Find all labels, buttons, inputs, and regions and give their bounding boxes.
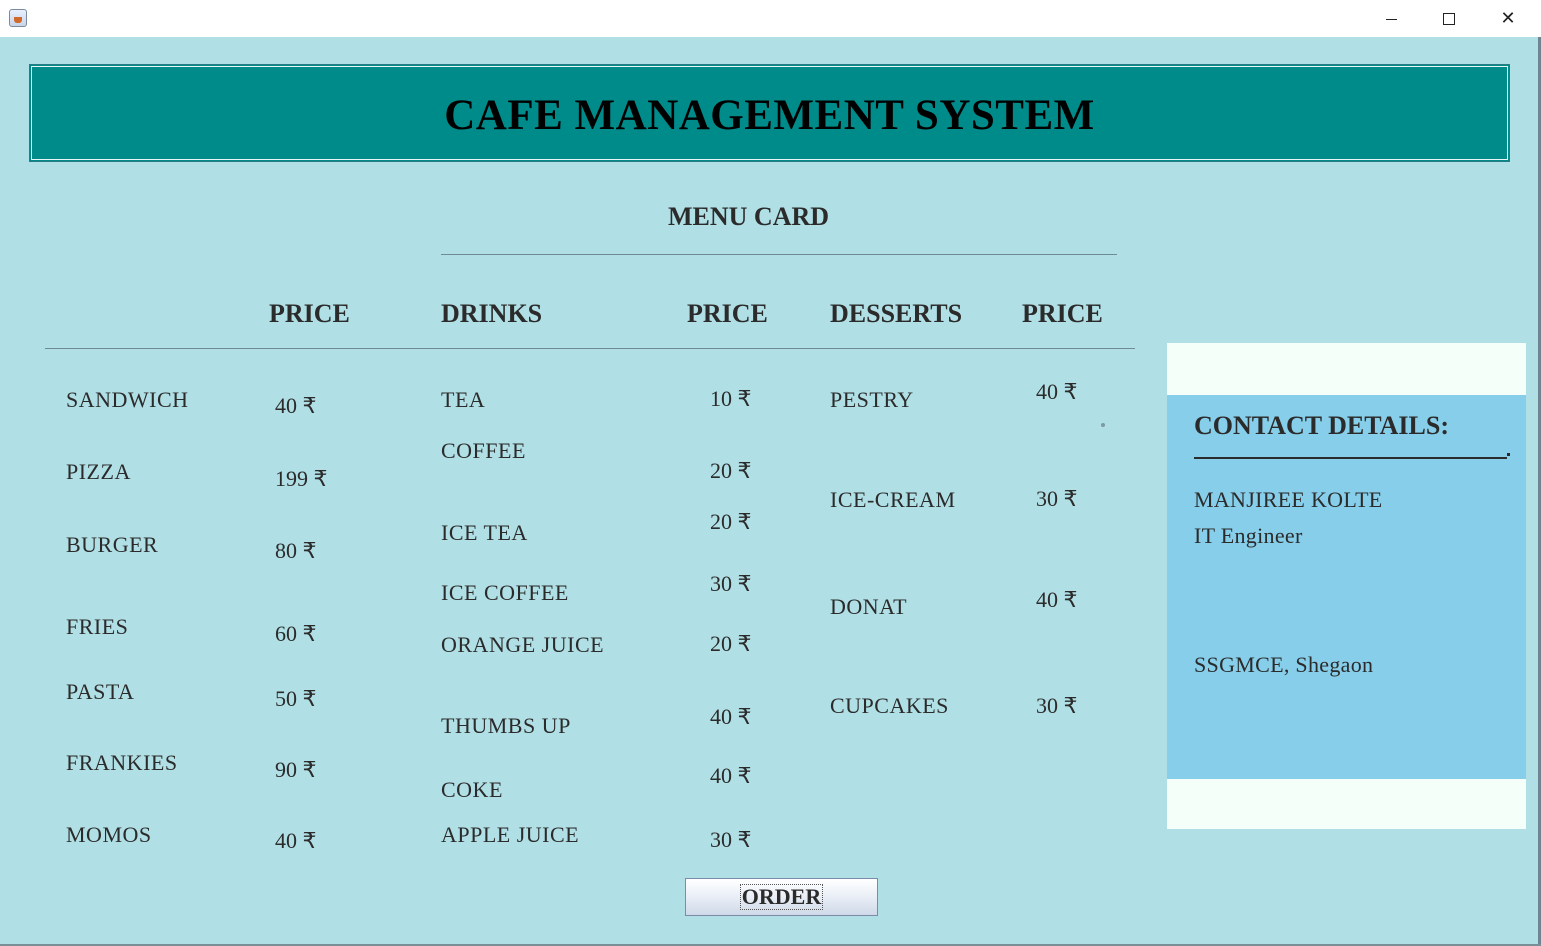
drink-item: ICE TEA [441,520,528,545]
drink-price: 20 ₹ [710,458,752,483]
food-price-header: PRICE [269,299,350,328]
header-divider [45,348,1135,349]
window-titlebar: ✕ [0,0,1541,37]
food-item: SANDWICH [66,387,189,412]
food-price: 90 ₹ [275,757,317,782]
drink-price: 40 ₹ [710,763,752,788]
contact-title: CONTACT DETAILS: [1194,411,1449,440]
contact-role: IT Engineer [1194,523,1303,548]
drink-price: 10 ₹ [710,386,752,411]
drinks-header: DRINKS [441,299,543,328]
food-item: FRIES [66,614,129,639]
drink-price: 20 ₹ [710,631,752,656]
food-item: FRANKIES [66,750,178,775]
app-title: CAFE MANAGEMENT SYSTEM [444,91,1095,139]
dessert-price: 30 ₹ [1036,693,1078,718]
food-price: 40 ₹ [275,393,317,418]
dessert-price: 30 ₹ [1036,486,1078,511]
drink-item: THUMBS UP [441,713,571,738]
drink-price: 40 ₹ [710,704,752,729]
menu-card-title: MENU CARD [668,202,830,231]
dessert-item: CUPCAKES [830,693,949,718]
drink-item: ORANGE JUICE [441,632,605,657]
food-item: BURGER [66,532,159,557]
order-button-label: ORDER [739,884,824,910]
minimize-icon[interactable] [1362,0,1420,37]
drink-price: 20 ₹ [710,509,752,534]
dessert-item: DONAT [830,594,908,619]
dessert-price: 40 ₹ [1036,379,1078,404]
stray-dot [1101,423,1105,427]
drink-item: TEA [441,387,486,412]
drink-price: 30 ₹ [710,571,752,596]
dessert-item: ICE-CREAM [830,487,956,512]
menu-title-divider [441,254,1117,255]
drink-item: ICE COFFEE [441,580,569,605]
drink-price: 30 ₹ [710,827,752,852]
drink-item: APPLE JUICE [441,822,580,847]
food-price: 50 ₹ [275,686,317,711]
desserts-price-header: PRICE [1022,299,1103,328]
food-item: PIZZA [66,459,131,484]
header-banner: CAFE MANAGEMENT SYSTEM [29,64,1510,162]
food-item: PASTA [66,679,135,704]
contact-panel [1167,395,1526,779]
drink-item: COFFEE [441,438,526,463]
java-cup-icon [9,9,27,27]
close-icon[interactable]: ✕ [1479,0,1537,37]
food-price: 40 ₹ [275,828,317,853]
contact-underline-dot [1507,453,1510,456]
drinks-price-header: PRICE [687,299,768,328]
desserts-header: DESSERTS [830,299,963,328]
dessert-price: 40 ₹ [1036,587,1078,612]
maximize-icon[interactable] [1420,0,1478,37]
drink-item: COKE [441,777,503,802]
order-button[interactable]: ORDER [685,878,878,916]
food-price: 60 ₹ [275,621,317,646]
food-price: 199 ₹ [275,466,328,491]
food-item: MOMOS [66,822,152,847]
food-price: 80 ₹ [275,538,317,563]
contact-underline [1194,457,1507,459]
dessert-item: PESTRY [830,387,914,412]
contact-location: SSGMCE, Shegaon [1194,652,1374,677]
contact-name: MANJIREE KOLTE [1194,487,1383,512]
